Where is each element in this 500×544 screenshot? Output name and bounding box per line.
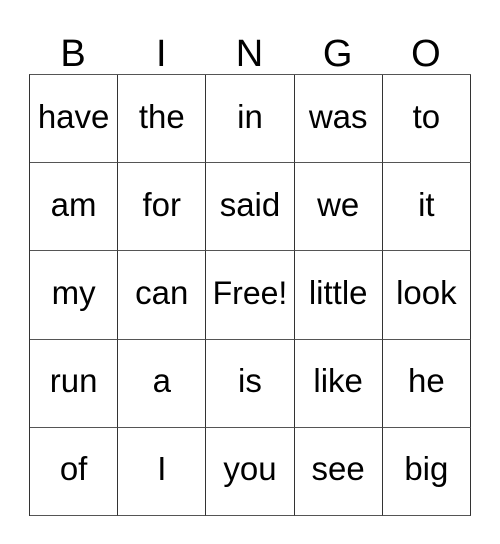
bingo-cell-i2[interactable]: for: [118, 163, 207, 252]
bingo-cell-label: am: [50, 185, 97, 223]
header-letter-i: I: [156, 33, 167, 75]
bingo-cell-label: see: [311, 450, 365, 488]
bingo-cell-label: you: [223, 450, 277, 488]
bingo-cell-label: of: [59, 450, 88, 488]
bingo-cell-g4[interactable]: like: [294, 339, 383, 428]
bingo-cell-g2[interactable]: we: [294, 163, 383, 252]
bingo-row-1: have the in was to: [30, 75, 471, 164]
bingo-cell-label: run: [49, 362, 98, 400]
bingo-free-space-label: Free!: [212, 274, 288, 311]
bingo-grid: have the in was to am for said we it my …: [29, 74, 471, 516]
bingo-row-5: of I you see big: [30, 427, 471, 516]
bingo-cell-label: a: [152, 362, 171, 400]
bingo-cell-g3[interactable]: little: [294, 251, 383, 340]
bingo-cell-n4[interactable]: is: [206, 339, 295, 428]
bingo-cell-label: can: [135, 273, 189, 311]
bingo-cell-label: it: [418, 185, 435, 223]
bingo-cell-b2[interactable]: am: [30, 163, 119, 252]
bingo-cell-label: to: [412, 97, 441, 135]
bingo-cell-o4[interactable]: he: [382, 339, 471, 428]
bingo-cell-label: is: [238, 362, 262, 400]
bingo-cell-label: like: [313, 362, 363, 400]
bingo-row-2: am for said we it: [30, 163, 471, 252]
bingo-cell-n2[interactable]: said: [206, 163, 295, 252]
bingo-cell-g5[interactable]: see: [294, 427, 383, 516]
bingo-cell-b1[interactable]: have: [30, 75, 119, 164]
bingo-cell-i3[interactable]: can: [118, 251, 207, 340]
bingo-cell-b5[interactable]: of: [30, 427, 119, 516]
header-letter-o: O: [411, 33, 441, 75]
header-letter-b: B: [60, 33, 86, 75]
bingo-cell-label: have: [37, 97, 110, 135]
bingo-cell-label: for: [142, 185, 182, 223]
bingo-cell-n1[interactable]: in: [206, 75, 295, 164]
bingo-cell-b3[interactable]: my: [30, 251, 119, 340]
bingo-row-3: my can Free! little look: [30, 251, 471, 340]
bingo-cell-n5[interactable]: you: [206, 427, 295, 516]
bingo-cell-label: little: [308, 273, 368, 311]
bingo-cell-label: big: [404, 450, 449, 488]
bingo-cell-label: my: [51, 273, 96, 311]
header-letter-g: G: [322, 33, 353, 75]
bingo-cell-label: we: [317, 185, 360, 223]
bingo-cell-label: look: [396, 273, 457, 311]
bingo-cell-i1[interactable]: the: [118, 75, 207, 164]
bingo-cell-label: I: [157, 450, 167, 488]
bingo-cell-i4[interactable]: a: [118, 339, 207, 428]
bingo-cell-o2[interactable]: it: [382, 163, 471, 252]
header-letter-n: N: [235, 33, 264, 75]
bingo-cell-free-space[interactable]: Free!: [206, 251, 295, 340]
bingo-cell-g1[interactable]: was: [294, 75, 383, 164]
bingo-header-row: B I N G O: [29, 20, 471, 74]
bingo-row-4: run a is like he: [30, 339, 471, 428]
bingo-cell-i5[interactable]: I: [118, 427, 207, 516]
bingo-card: B I N G O have the in was to am for said…: [29, 20, 471, 516]
bingo-cell-o5[interactable]: big: [382, 427, 471, 516]
bingo-cell-o3[interactable]: look: [382, 251, 471, 340]
bingo-cell-label: was: [308, 97, 368, 135]
bingo-cell-o1[interactable]: to: [382, 75, 471, 164]
bingo-cell-label: the: [138, 97, 185, 135]
bingo-cell-label: in: [237, 97, 263, 135]
bingo-cell-label: he: [407, 362, 445, 400]
bingo-cell-label: said: [219, 185, 281, 223]
bingo-cell-b4[interactable]: run: [30, 339, 119, 428]
